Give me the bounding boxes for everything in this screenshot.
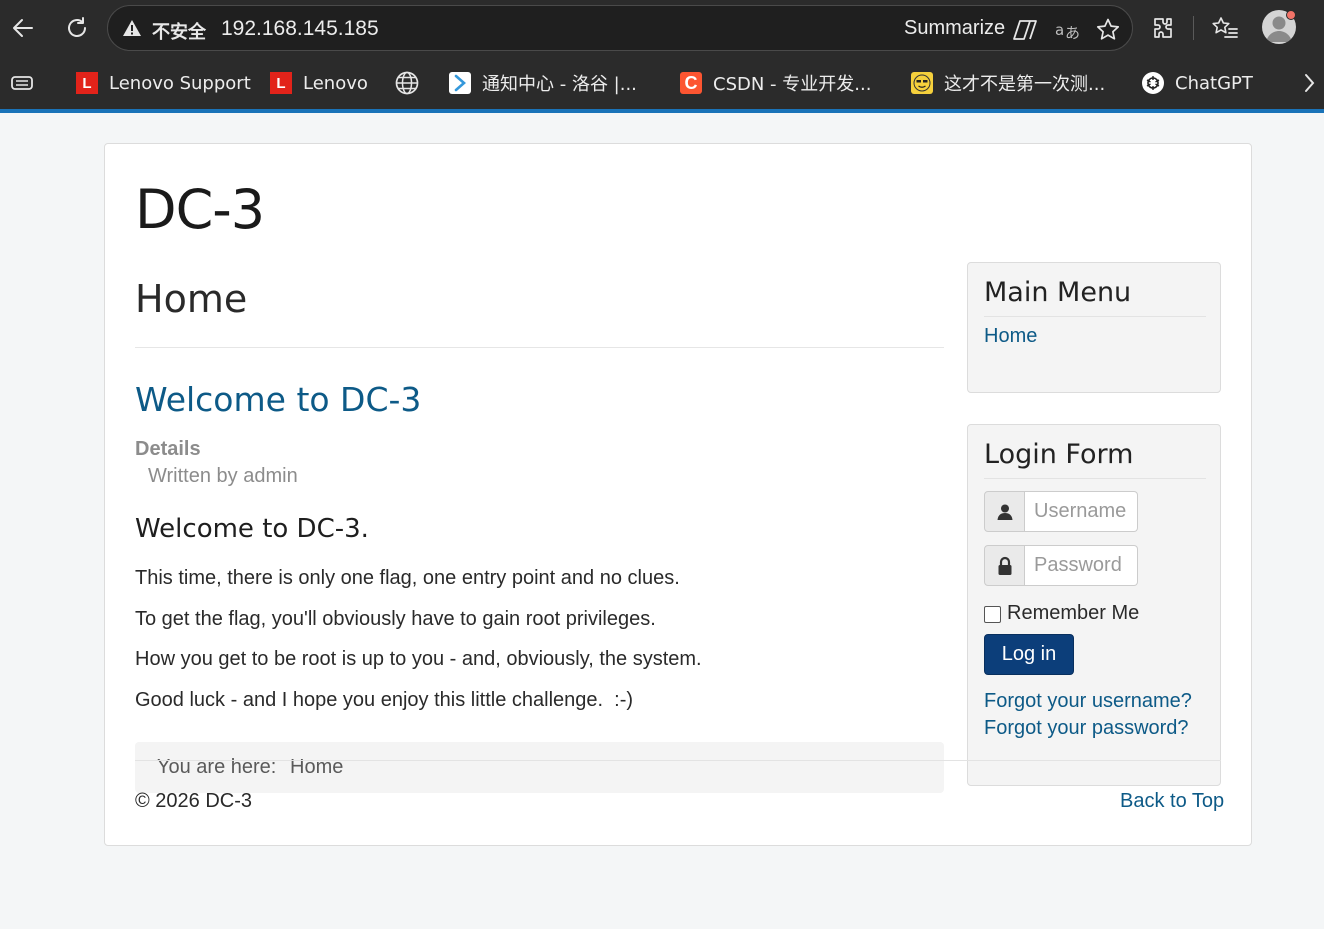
copilot-icon[interactable] [1011, 16, 1039, 44]
footer-divider [135, 760, 1221, 761]
svg-text:a: a [1055, 21, 1064, 39]
password-input[interactable] [1025, 545, 1138, 586]
back-to-top-link[interactable]: Back to Top [1120, 790, 1224, 813]
bookmark-label: 这才不是第一次测... [944, 74, 1106, 95]
tab-actions-button[interactable] [10, 69, 36, 97]
bookmark-label: CSDN - 专业开发... [713, 74, 872, 95]
bookmark-label: Lenovo Support [109, 72, 251, 94]
back-arrow-icon [13, 19, 33, 37]
forgot-password-link[interactable]: Forgot your password? [984, 717, 1189, 740]
globe-icon [395, 71, 419, 95]
translate-icon[interactable]: aあ [1053, 16, 1081, 44]
divider [135, 347, 944, 348]
page-heading: Home [135, 277, 248, 321]
remember-checkbox[interactable] [984, 606, 1001, 623]
login-button[interactable]: Log in [984, 634, 1074, 675]
remember-me[interactable]: Remember Me [984, 602, 1139, 625]
main-menu-module: Main Menu Home [967, 262, 1221, 393]
notification-dot [1286, 10, 1296, 20]
address-bar[interactable]: 不安全 192.168.145.185 Summarize aあ [107, 5, 1133, 51]
tab-actions-icon [11, 76, 33, 90]
user-icon [984, 491, 1025, 532]
module-divider [984, 316, 1206, 317]
bookmark-luogu[interactable]: 通知中心 - 洛谷 |... [449, 69, 637, 97]
main-container: DC-3 Home Welcome to DC-3 Details Writte… [104, 143, 1252, 846]
username-group [984, 491, 1138, 532]
username-input[interactable] [1025, 491, 1138, 532]
main-menu-title: Main Menu [984, 277, 1132, 308]
article-paragraph: To get the flag, you'll obviously have t… [135, 608, 656, 630]
luogu-icon [449, 72, 471, 94]
lenovo-icon: L [76, 72, 98, 94]
login-form-title: Login Form [984, 439, 1134, 470]
insecure-label: 不安全 [152, 22, 206, 43]
favorites-list-icon[interactable] [1209, 12, 1241, 44]
bookmarks-bar: L Lenovo Support L Lenovo 通知中心 - 洛谷 |...… [0, 57, 1324, 109]
breadcrumb: You are here: Home [135, 742, 944, 793]
reload-icon [68, 17, 86, 37]
csdn-icon: C [680, 72, 702, 94]
chatgpt-icon [1142, 72, 1164, 94]
bookmark-lenovo-support[interactable]: L Lenovo Support [76, 69, 251, 97]
bookmark-globe[interactable] [394, 69, 420, 97]
details-label: Details [135, 438, 201, 460]
bookmark-label: Lenovo [303, 72, 368, 94]
article-subheading: Welcome to DC-3. [135, 514, 369, 544]
url-text[interactable]: 192.168.145.185 [221, 17, 379, 41]
bookmark-lenovo[interactable]: L Lenovo [270, 69, 368, 97]
site-title[interactable]: DC-3 [135, 178, 265, 241]
bookmark-emoji-site[interactable]: 这才不是第一次测... [911, 69, 1105, 97]
back-button[interactable] [8, 13, 38, 43]
chevron-right-icon [1305, 74, 1315, 92]
browser-toolbar: 不安全 192.168.145.185 Summarize aあ [0, 0, 1324, 57]
bookmark-chatgpt[interactable]: ChatGPT [1142, 69, 1253, 97]
bookmark-label: ChatGPT [1175, 72, 1253, 94]
lenovo-icon: L [270, 72, 292, 94]
lock-icon [984, 545, 1025, 586]
summarize-button[interactable]: Summarize [904, 17, 1005, 40]
article-paragraph: How you get to be root is up to you - an… [135, 648, 702, 670]
login-form-module: Login Form Remember Me Log in Forgot you… [967, 424, 1221, 786]
article-paragraph: This time, there is only one flag, one e… [135, 567, 680, 589]
reload-button[interactable] [62, 13, 92, 43]
module-divider [984, 478, 1206, 479]
password-group [984, 545, 1138, 586]
forgot-username-link[interactable]: Forgot your username? [984, 690, 1192, 713]
article-paragraph: Good luck - and I hope you enjoy this li… [135, 689, 634, 711]
remember-label[interactable]: Remember Me [1007, 602, 1139, 625]
emoji-icon [911, 72, 933, 94]
svg-text:あ: あ [1065, 24, 1080, 42]
footer-copyright: © 2026 DC-3 [135, 790, 253, 812]
warning-icon [123, 20, 141, 36]
extensions-icon[interactable] [1147, 12, 1179, 44]
bookmarks-overflow-button[interactable] [1302, 69, 1316, 97]
article-title[interactable]: Welcome to DC-3 [135, 380, 421, 419]
bookmark-label: 通知中心 - 洛谷 |... [482, 74, 637, 95]
favorite-star-icon[interactable] [1094, 16, 1122, 44]
menu-item-home[interactable]: Home [984, 325, 1037, 348]
author-info: Written by admin [148, 465, 298, 487]
bookmark-csdn[interactable]: C CSDN - 专业开发... [680, 69, 871, 97]
toolbar-divider [1193, 16, 1194, 40]
